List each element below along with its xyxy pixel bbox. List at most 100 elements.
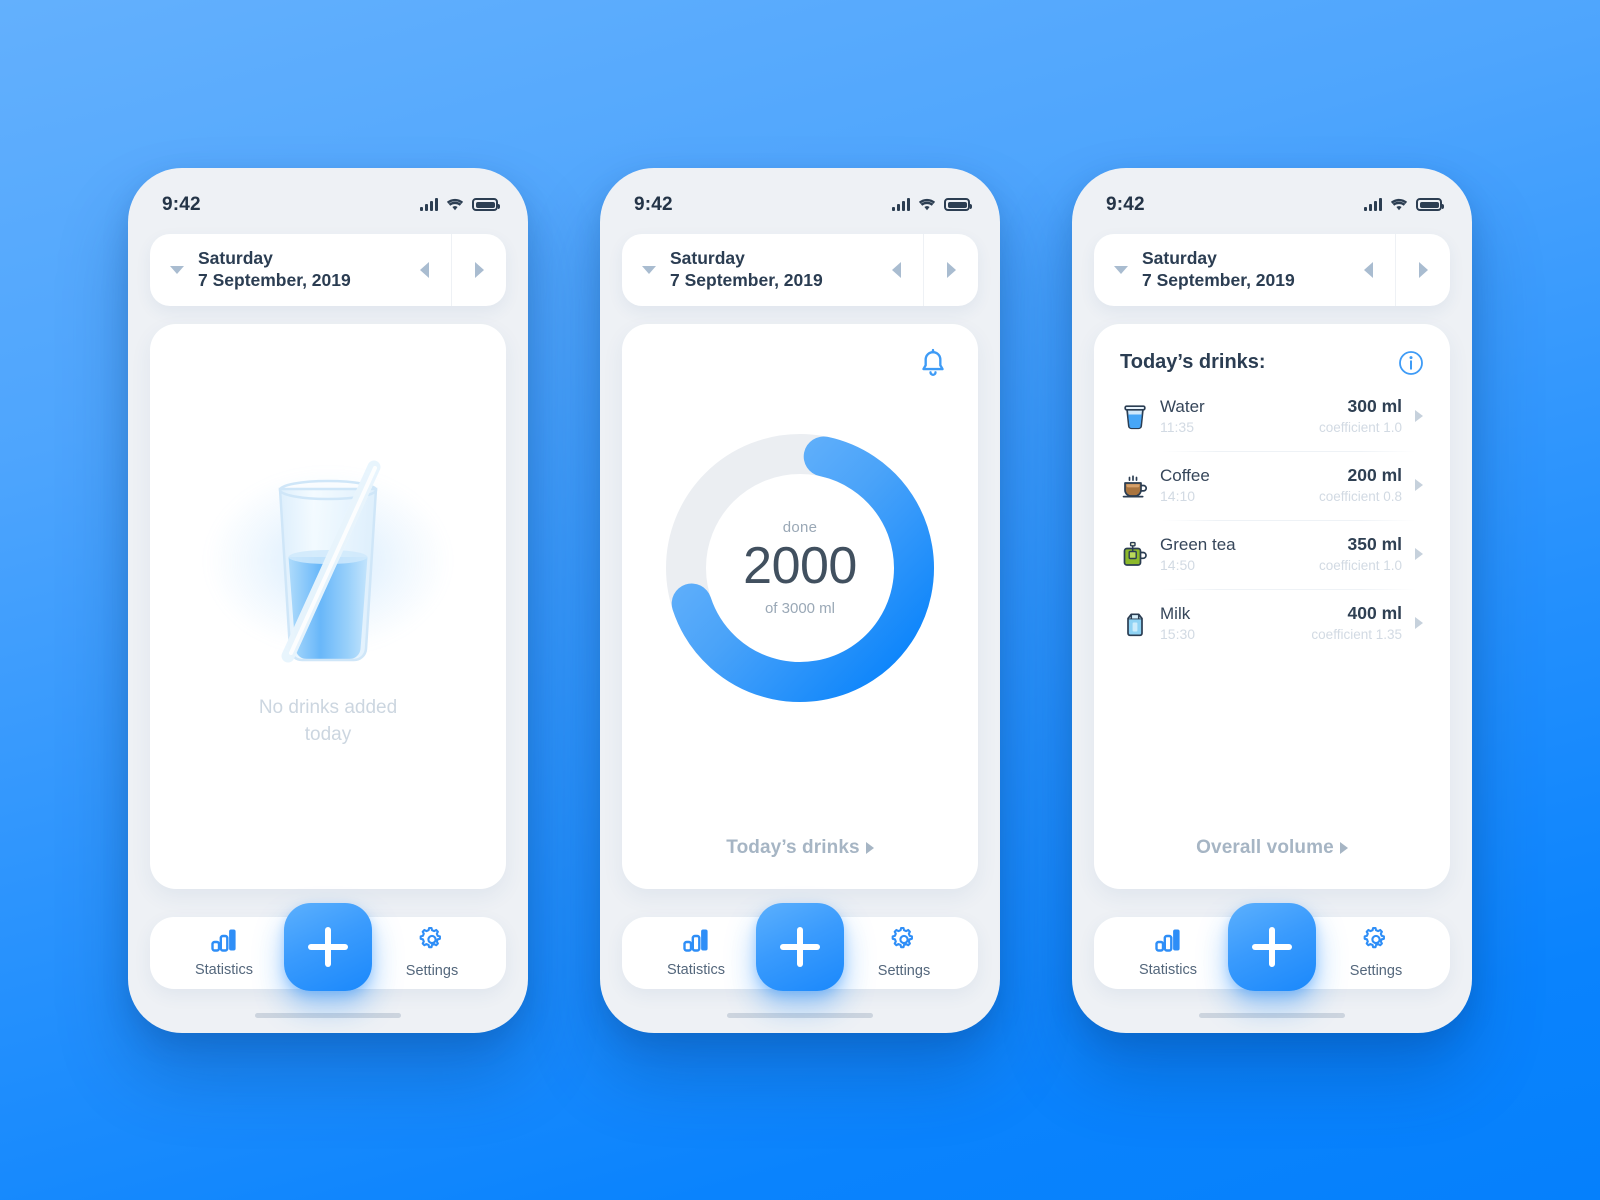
progress-goal: of 3000 ml (764, 599, 836, 617)
drink-name: Green tea (1160, 534, 1236, 554)
next-day-button[interactable] (452, 261, 506, 278)
phone-progress: 9:42 Saturday 7 September, 2019 done 200… (600, 167, 1000, 1033)
chevron-down-icon[interactable] (1104, 265, 1138, 274)
empty-state-card: No drinks added today (150, 323, 506, 889)
add-drink-button[interactable] (284, 902, 372, 991)
status-bar: 9:42 (1072, 168, 1472, 226)
drink-coefficient: coefficient 1.0 (1318, 419, 1402, 435)
tab-settings[interactable]: Settings (1328, 926, 1424, 979)
wifi-icon (918, 198, 936, 210)
drink-time: 14:10 (1160, 487, 1196, 504)
empty-state-text: No drinks added today (259, 695, 397, 747)
prev-day-button[interactable] (869, 261, 923, 278)
plus-icon (780, 926, 820, 967)
tab-settings-label: Settings (405, 963, 459, 979)
date-header-card[interactable]: Saturday 7 September, 2019 (1094, 233, 1450, 306)
tab-settings[interactable]: Settings (856, 926, 952, 979)
plus-icon (1252, 926, 1292, 967)
date-label-text: 7 September, 2019 (1142, 269, 1295, 290)
prev-day-button[interactable] (397, 261, 451, 278)
chevron-down-icon[interactable] (632, 265, 666, 274)
add-drink-button[interactable] (756, 902, 844, 991)
chevron-right-icon[interactable] (1412, 548, 1426, 560)
phone-empty-state: 9:42 Saturday 7 September, 2019 No drink… (128, 167, 528, 1033)
bottom-tab-area: Statistics Settings (600, 902, 1000, 999)
drink-volume: 200 ml (1347, 465, 1402, 486)
gear-icon (419, 926, 441, 949)
drink-volume: 350 ml (1347, 534, 1402, 555)
arrow-left-icon (891, 261, 901, 278)
signal-bars-icon (420, 198, 438, 211)
tab-statistics[interactable]: Statistics (648, 927, 744, 978)
milk-carton-icon (1118, 609, 1152, 637)
date-label: Saturday 7 September, 2019 (666, 248, 869, 291)
next-day-button[interactable] (924, 261, 978, 278)
drink-time: 14:50 (1160, 556, 1196, 573)
phone-drinks-list: 9:42 Saturday 7 September, 2019 Today’s … (1072, 167, 1472, 1033)
overall-volume-link[interactable]: Overall volume (1094, 837, 1450, 889)
drink-coefficient: coefficient 1.0 (1318, 557, 1402, 573)
chevron-right-icon[interactable] (1412, 617, 1426, 629)
status-time: 9:42 (162, 193, 201, 215)
bell-icon[interactable] (916, 348, 950, 382)
glass-of-water-icon (208, 434, 448, 669)
status-icons (420, 198, 500, 212)
chevron-down-icon[interactable] (160, 265, 194, 274)
phones-stage: 9:42 Saturday 7 September, 2019 No drink… (0, 0, 1600, 1200)
progress-center: done 2000 of 3000 ml (710, 519, 890, 616)
weekday-label: Saturday (198, 247, 273, 268)
home-indicator (600, 999, 1000, 1033)
empty-state: No drinks added today (150, 324, 506, 889)
tab-settings[interactable]: Settings (384, 926, 480, 979)
list-item[interactable]: Milk 15:30 400 ml coefficient 1.35 (1118, 588, 1426, 658)
next-day-button[interactable] (1396, 261, 1450, 278)
arrow-right-icon (946, 261, 956, 278)
signal-bars-icon (892, 198, 910, 211)
empty-line-1: No drinks added (258, 697, 398, 719)
date-label: Saturday 7 September, 2019 (194, 248, 397, 291)
status-time: 9:42 (634, 193, 673, 215)
date-label: Saturday 7 September, 2019 (1138, 248, 1341, 291)
list-header: Today’s drinks: (1094, 324, 1450, 382)
add-drink-button[interactable] (1228, 902, 1316, 991)
list-item-left: Milk 15:30 (1152, 604, 1311, 643)
status-icons (1364, 198, 1444, 212)
drinks-list: Water 11:35 300 ml coefficient 1.0 Coffe… (1094, 382, 1450, 658)
chevron-right-icon (1339, 841, 1348, 854)
date-header-card[interactable]: Saturday 7 September, 2019 (622, 233, 978, 306)
arrow-left-icon (419, 261, 429, 278)
progress-ring: done 2000 of 3000 ml (622, 324, 978, 837)
water-glass-icon (1118, 402, 1152, 430)
wifi-icon (1390, 198, 1408, 210)
info-circle-icon[interactable] (1398, 350, 1424, 376)
prev-day-button[interactable] (1341, 261, 1395, 278)
battery-icon (944, 198, 972, 211)
progress-done-label: done (782, 519, 818, 537)
drink-volume: 400 ml (1347, 603, 1402, 624)
tab-settings-label: Settings (877, 963, 931, 979)
tab-statistics[interactable]: Statistics (1120, 927, 1216, 978)
list-item[interactable]: Green tea 14:50 350 ml coefficient 1.0 (1118, 519, 1426, 589)
chevron-right-icon[interactable] (1412, 410, 1426, 422)
date-header-card[interactable]: Saturday 7 September, 2019 (150, 233, 506, 306)
arrow-right-icon (1418, 261, 1428, 278)
todays-drinks-link-label: Today’s drinks (726, 836, 860, 858)
date-label-text: 7 September, 2019 (198, 269, 351, 290)
gear-icon (1363, 926, 1385, 949)
home-indicator (1072, 999, 1472, 1033)
tab-statistics-label: Statistics (194, 962, 253, 978)
list-item[interactable]: Water 11:35 300 ml coefficient 1.0 (1118, 382, 1426, 451)
drink-volume: 300 ml (1347, 396, 1402, 417)
tab-statistics[interactable]: Statistics (176, 927, 272, 978)
drink-name: Coffee (1160, 465, 1210, 485)
todays-drinks-link[interactable]: Today’s drinks (622, 837, 978, 889)
page-title: Today’s drinks: (1120, 351, 1266, 373)
date-label-text: 7 September, 2019 (670, 269, 823, 290)
green-tea-icon (1118, 540, 1152, 568)
progress-amount: 2000 (743, 537, 857, 596)
status-time: 9:42 (1106, 193, 1145, 215)
coffee-cup-icon (1118, 471, 1152, 499)
chevron-right-icon[interactable] (1412, 479, 1426, 491)
list-item[interactable]: Coffee 14:10 200 ml coefficient 0.8 (1118, 450, 1426, 520)
